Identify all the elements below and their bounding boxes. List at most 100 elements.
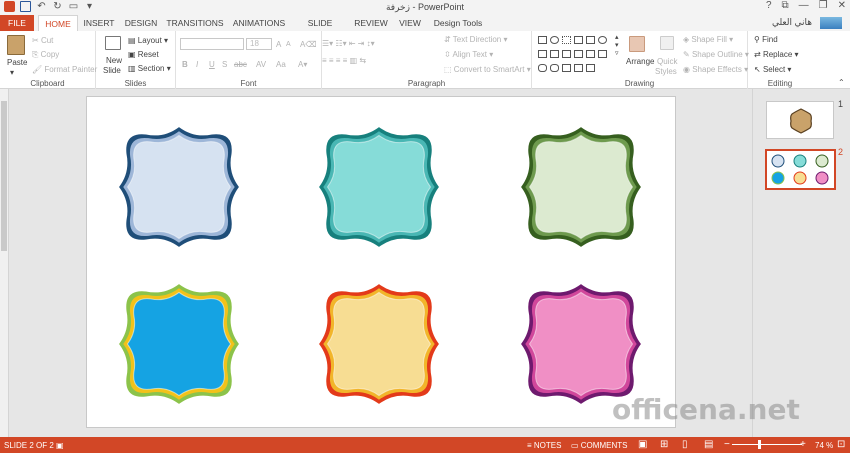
tab-design-tools[interactable]: Design Tools xyxy=(432,15,484,31)
spell-check-icon[interactable]: ▣ xyxy=(56,441,64,450)
collapse-ribbon-icon[interactable]: ⌃ xyxy=(838,78,845,87)
shape-fill-button[interactable]: ◈ Shape Fill ▾ xyxy=(683,35,733,44)
clear-format-icon[interactable]: A⌫ xyxy=(300,40,317,49)
normal-view-icon[interactable]: ▣ xyxy=(638,439,647,450)
oval-shape-icon[interactable] xyxy=(550,36,559,44)
new-slide-label2[interactable]: Slide xyxy=(103,66,121,75)
tab-file[interactable]: FILE xyxy=(0,15,34,31)
arrow-shape-icon[interactable] xyxy=(574,36,583,44)
slide-thumbnail-2[interactable] xyxy=(765,149,836,190)
layout-button[interactable]: ▤ Layout ▾ xyxy=(128,36,168,45)
curve-shape-icon[interactable] xyxy=(538,64,547,72)
comments-button[interactable]: ▭ COMMENTS xyxy=(571,441,627,450)
rectangle-shape-icon[interactable] xyxy=(586,36,595,44)
replace-button[interactable]: ⇄ Replace ▾ xyxy=(754,50,799,59)
star-shape-icon[interactable] xyxy=(574,64,583,72)
restore-button[interactable]: ❐ xyxy=(819,0,828,11)
slide-sorter-icon[interactable]: ⊞ xyxy=(660,439,668,450)
slide-thumbnail-1[interactable] xyxy=(766,101,834,139)
tab-animations[interactable]: ANIMATIONS xyxy=(230,15,288,31)
align-text-button[interactable]: ⇳ Align Text ▾ xyxy=(444,50,493,59)
zoom-slider-thumb[interactable] xyxy=(758,440,761,449)
triangle-shape-icon[interactable] xyxy=(574,50,583,58)
elbow-shape-icon[interactable] xyxy=(550,50,559,58)
diamond-shape-icon[interactable] xyxy=(598,50,607,58)
arrange-icon[interactable] xyxy=(629,36,645,52)
minimize-button[interactable]: — xyxy=(799,0,809,11)
grow-font-button[interactable]: A xyxy=(276,40,281,49)
new-slide-label1[interactable]: New xyxy=(106,56,122,65)
arrange-button[interactable]: Arrange xyxy=(626,57,654,66)
block-arrow-shape-icon[interactable] xyxy=(586,50,595,58)
strikethrough-button[interactable]: abc xyxy=(234,60,247,69)
circle-shape-icon[interactable] xyxy=(598,36,607,44)
reading-view-icon[interactable]: ▯ xyxy=(682,439,688,450)
avatar[interactable] xyxy=(820,17,842,29)
reset-button[interactable]: ▣ Reset xyxy=(128,50,159,59)
zoom-slider[interactable] xyxy=(732,444,802,445)
callout-shape-icon[interactable] xyxy=(586,64,595,72)
zoom-out-button[interactable]: − xyxy=(724,439,730,450)
underline-button[interactable]: U xyxy=(209,60,215,69)
italic-button[interactable]: I xyxy=(196,60,198,69)
tab-view[interactable]: VIEW xyxy=(396,15,424,31)
wave-shape-icon[interactable] xyxy=(550,64,559,72)
tab-transitions[interactable]: TRANSITIONS xyxy=(166,15,224,31)
decorative-frame-3[interactable] xyxy=(519,125,643,249)
ribbon-display-button[interactable]: ⧉ xyxy=(782,0,789,11)
alignment-icons[interactable]: ≡ ≡ ≡ ≡ ▥ ⇆ xyxy=(322,56,366,65)
change-case-button[interactable]: Aa xyxy=(276,60,286,69)
help-button[interactable]: ? xyxy=(766,0,772,11)
decorative-frame-1[interactable] xyxy=(117,125,241,249)
textbox-shape-icon[interactable] xyxy=(538,36,547,44)
slideshow-view-icon[interactable]: ▤ xyxy=(704,439,713,450)
decorative-frame-2[interactable] xyxy=(317,125,441,249)
paste-icon[interactable] xyxy=(7,35,25,55)
connector-shape-icon[interactable] xyxy=(538,50,547,58)
section-button[interactable]: ▥ Section ▾ xyxy=(128,64,171,73)
new-slide-icon[interactable] xyxy=(105,36,121,50)
scroll-thumb[interactable] xyxy=(1,101,7,251)
convert-smartart-button[interactable]: ⬚ Convert to SmartArt ▾ xyxy=(444,65,531,74)
zoom-level[interactable]: 74 % xyxy=(815,441,833,450)
shrink-font-button[interactable]: A xyxy=(286,41,291,48)
tab-design[interactable]: DESIGN xyxy=(124,15,158,31)
tab-home[interactable]: HOME xyxy=(38,15,78,32)
font-color-icon[interactable]: A▾ xyxy=(298,60,307,69)
char-spacing-button[interactable]: AV xyxy=(256,60,266,69)
shape-outline-button[interactable]: ✎ Shape Outline ▾ xyxy=(683,50,749,59)
fit-slide-icon[interactable]: ⊡ xyxy=(837,439,845,450)
copy-button[interactable]: ⎘ Copy xyxy=(32,50,59,60)
find-button[interactable]: ⚲ Find xyxy=(754,35,778,44)
format-painter-button[interactable]: 🖌 Format Painter xyxy=(32,65,97,74)
quick-styles-icon[interactable] xyxy=(660,36,674,50)
font-name-box[interactable] xyxy=(180,38,244,50)
tab-insert[interactable]: INSERT xyxy=(82,15,116,31)
notes-button[interactable]: ≡ NOTES xyxy=(527,441,561,450)
decorative-frame-6[interactable] xyxy=(519,282,643,406)
quick-styles-label2[interactable]: Styles xyxy=(655,67,677,76)
font-size-box[interactable]: 18 xyxy=(246,38,272,50)
bold-button[interactable]: B xyxy=(182,60,188,69)
slide-canvas[interactable] xyxy=(86,96,676,428)
paste-button[interactable]: Paste xyxy=(7,58,27,67)
close-button[interactable]: ✕ xyxy=(838,0,846,11)
shape-effects-button[interactable]: ◉ Shape Effects ▾ xyxy=(683,65,748,74)
tab-review[interactable]: REVIEW xyxy=(354,15,388,31)
bracket-shape-icon[interactable] xyxy=(562,50,571,58)
select-button[interactable]: ↖ Select ▾ xyxy=(754,65,791,74)
vertical-scrollbar[interactable] xyxy=(0,89,9,437)
line-shape-icon[interactable] xyxy=(562,36,571,44)
bullets-icon[interactable]: ☰▾ ☷▾ ⇤ ⇥ ↕▾ xyxy=(322,39,375,48)
shapes-gallery-more-icon[interactable]: ▴ ▾ ▿ xyxy=(615,33,619,57)
decorative-frame-4[interactable] xyxy=(117,282,241,406)
tab-slide-show[interactable]: SLIDE SHOW xyxy=(294,15,346,44)
cut-button[interactable]: ✂ Cut xyxy=(32,36,53,45)
brace-shape-icon[interactable] xyxy=(562,64,571,72)
decorative-frame-5[interactable] xyxy=(317,282,441,406)
quick-styles-label1[interactable]: Quick xyxy=(657,57,677,66)
user-name[interactable]: هاني العلي xyxy=(772,17,812,28)
shadow-button[interactable]: S xyxy=(222,60,227,69)
text-direction-button[interactable]: ⇵ Text Direction ▾ xyxy=(444,35,508,44)
zoom-in-button[interactable]: + xyxy=(800,439,806,450)
